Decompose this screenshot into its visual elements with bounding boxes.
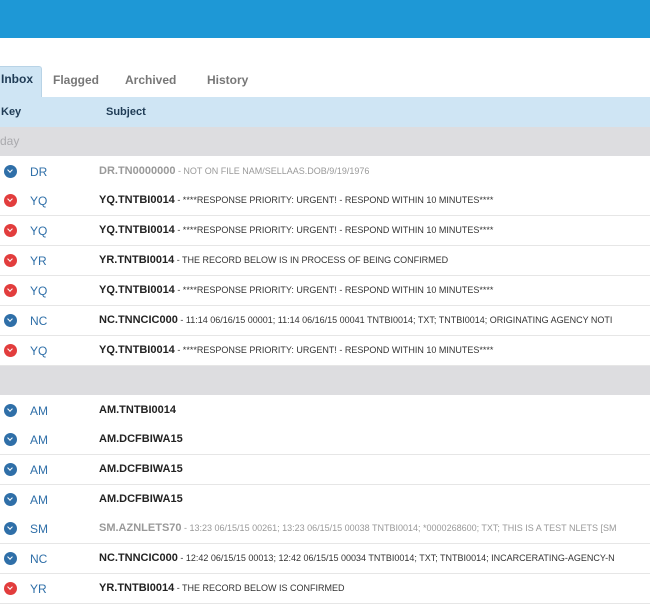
column-header-subject[interactable]: Subject: [106, 106, 146, 118]
message-text: - 12:42 06/15/15 00013; 12:42 06/15/15 0…: [177, 553, 615, 563]
message-text: - ****RESPONSE PRIORITY: URGENT! - RESPO…: [174, 225, 494, 235]
app-header-bar: [0, 0, 650, 38]
message-subject: AM.TNTBI0014: [99, 404, 650, 416]
message-key: NC: [30, 314, 48, 328]
table-row[interactable]: AM AM.DCFBIWA15: [0, 455, 650, 485]
table-row[interactable]: YR YR.TNTBI0014 - THE RECORD BELOW IS IN …: [0, 246, 650, 276]
message-subject: AM.DCFBIWA15: [99, 463, 650, 475]
table-row[interactable]: AM AM.TNTBI0014: [0, 396, 650, 426]
message-text: - ****RESPONSE PRIORITY: URGENT! - RESPO…: [174, 195, 494, 205]
message-subject: YQ.TNTBI0014 - ****RESPONSE PRIORITY: UR…: [99, 344, 650, 356]
message-text: - NOT ON FILE NAM/SELLAAS.DOB/9/19/1976: [175, 166, 370, 176]
download-circle-icon: [4, 433, 17, 446]
message-source: AM.DCFBIWA15: [99, 463, 183, 475]
download-circle-icon: [4, 493, 17, 506]
date-group-header: rday: [0, 127, 650, 156]
message-key: AM: [30, 493, 48, 507]
download-circle-icon: [4, 552, 17, 565]
message-source: DR.TN0000000: [99, 165, 176, 177]
download-circle-icon: [4, 165, 17, 178]
message-key: NC: [30, 552, 48, 566]
message-source: YQ.TNTBI0014: [99, 344, 175, 356]
download-circle-icon: [4, 582, 17, 595]
message-key: YQ: [30, 224, 48, 238]
message-key: AM: [30, 404, 48, 418]
message-subject: YQ.TNTBI0014 - ****RESPONSE PRIORITY: UR…: [99, 224, 650, 236]
tab-archived[interactable]: Archived: [125, 68, 176, 97]
message-source: YQ.TNTBI0014: [99, 194, 175, 206]
message-subject: YR.TNTBI0014 - THE RECORD BELOW IS CONFI…: [99, 582, 650, 594]
message-text: - 11:14 06/16/15 00001; 11:14 06/16/15 0…: [177, 315, 613, 325]
message-key: YQ: [30, 344, 48, 358]
message-source: AM.TNTBI0014: [99, 404, 177, 416]
message-source: YR.TNTBI0014: [99, 254, 175, 266]
message-subject: YQ.TNTBI0014 - ****RESPONSE PRIORITY: UR…: [99, 194, 650, 206]
message-source: NC.TNNCIC000: [99, 552, 178, 564]
message-source: YR.TNTBI0014: [99, 582, 175, 594]
message-text: - THE RECORD BELOW IS CONFIRMED: [174, 583, 345, 593]
message-list-header: Key Subject: [0, 97, 650, 127]
download-circle-icon: [4, 314, 17, 327]
message-text: - ****RESPONSE PRIORITY: URGENT! - RESPO…: [174, 345, 494, 355]
message-subject: AM.DCFBIWA15: [99, 493, 650, 505]
date-group-label: rday: [0, 134, 20, 148]
message-text: - ****RESPONSE PRIORITY: URGENT! - RESPO…: [174, 285, 494, 295]
table-row[interactable]: NC NC.TNNCIC000 - 11:14 06/16/15 00001; 1…: [0, 306, 650, 336]
message-key: YR: [30, 254, 47, 268]
message-source: YQ.TNTBI0014: [99, 224, 175, 236]
message-key: AM: [30, 433, 48, 447]
message-source: AM.DCFBIWA15: [99, 493, 183, 505]
message-subject: NC.TNNCIC000 - 11:14 06/16/15 00001; 11:…: [99, 314, 650, 326]
date-group-header: [0, 366, 650, 395]
download-circle-icon: [4, 284, 17, 297]
table-row[interactable]: NC NC.TNNCIC000 - 12:42 06/15/15 00013; 1…: [0, 544, 650, 574]
table-row[interactable]: YQ YQ.TNTBI0014 - ****RESPONSE PRIORITY: …: [0, 216, 650, 246]
table-row[interactable]: YQ YQ.TNTBI0014 - ****RESPONSE PRIORITY: …: [0, 336, 650, 366]
message-subject: YR.TNTBI0014 - THE RECORD BELOW IS IN PR…: [99, 254, 650, 266]
message-key: DR: [30, 165, 48, 179]
message-subject: AM.DCFBIWA15: [99, 433, 650, 445]
message-subject: NC.TNNCIC000 - 12:42 06/15/15 00013; 12:…: [99, 552, 650, 564]
table-row[interactable]: AM AM.DCFBIWA15: [0, 425, 650, 455]
download-circle-icon: [4, 522, 17, 535]
download-circle-icon: [4, 254, 17, 267]
message-source: NC.TNNCIC000: [99, 314, 178, 326]
tab-inbox[interactable]: Inbox: [0, 66, 42, 97]
download-circle-icon: [4, 194, 17, 207]
table-row[interactable]: AM AM.DCFBIWA15: [0, 485, 650, 515]
message-text: - 13:23 06/15/15 00261; 13:23 06/15/15 0…: [181, 523, 617, 533]
table-row[interactable]: DR DR.TN0000000 - NOT ON FILE NAM/SELLAAS…: [0, 157, 650, 187]
message-key: YQ: [30, 284, 48, 298]
table-row[interactable]: YQ YQ.TNTBI0014 - ****RESPONSE PRIORITY: …: [0, 276, 650, 306]
table-row[interactable]: SM SM.AZNLETS70 - 13:23 06/15/15 00261; 1…: [0, 514, 650, 544]
message-source: AM.DCFBIWA15: [99, 433, 183, 445]
message-subject: YQ.TNTBI0014 - ****RESPONSE PRIORITY: UR…: [99, 284, 650, 296]
download-circle-icon: [4, 404, 17, 417]
download-circle-icon: [4, 463, 17, 476]
message-key: YR: [30, 582, 47, 596]
table-row[interactable]: YQ YQ.TNTBI0014 - ****RESPONSE PRIORITY: …: [0, 186, 650, 216]
download-circle-icon: [4, 344, 17, 357]
message-source: YQ.TNTBI0014: [99, 284, 175, 296]
message-source: SM.AZNLETS70: [99, 522, 182, 534]
message-text: - THE RECORD BELOW IS IN PROCESS OF BEIN…: [174, 255, 449, 265]
folder-tabs: Inbox Flagged Archived History: [0, 38, 650, 97]
message-key: SM: [30, 522, 48, 536]
tab-flagged[interactable]: Flagged: [53, 68, 99, 97]
column-header-key[interactable]: Key: [1, 106, 21, 118]
tab-history[interactable]: History: [207, 68, 248, 97]
message-key: AM: [30, 463, 48, 477]
message-subject: SM.AZNLETS70 - 13:23 06/15/15 00261; 13:…: [99, 522, 650, 534]
message-subject: DR.TN0000000 - NOT ON FILE NAM/SELLAAS.D…: [99, 165, 650, 177]
message-key: YQ: [30, 194, 48, 208]
download-circle-icon: [4, 224, 17, 237]
